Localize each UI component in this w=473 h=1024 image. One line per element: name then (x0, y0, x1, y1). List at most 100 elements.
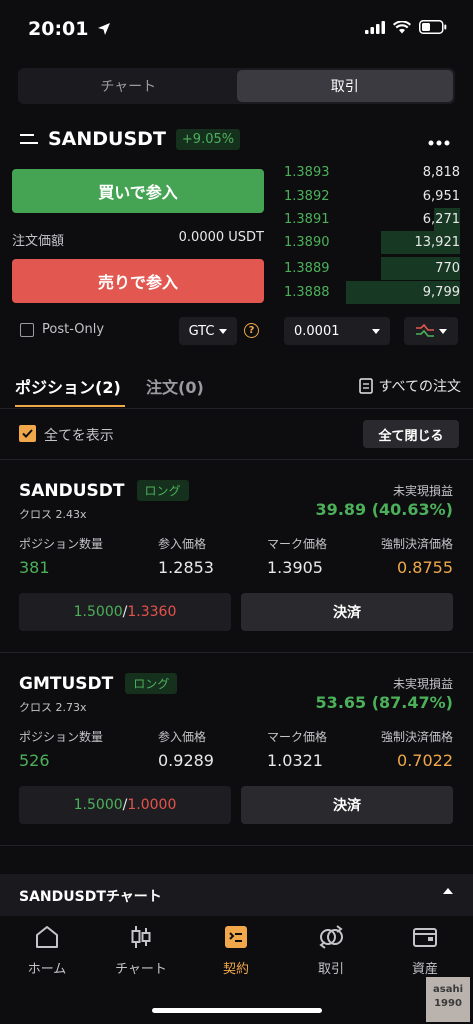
entry-value: 1.2853 (158, 558, 214, 577)
nav-chart[interactable]: チャート (101, 922, 181, 977)
nav-home[interactable]: ホーム (7, 922, 87, 977)
position-symbol[interactable]: GMTUSDT (19, 674, 113, 694)
orderbook-qty: 6,951 (422, 189, 460, 204)
nav-contract-label: 契約 (222, 962, 249, 977)
all-orders-label: すべての注文 (378, 379, 461, 395)
tab-positions[interactable]: ポジション(2) (15, 374, 121, 398)
orderbook-price: 1.3888 (284, 285, 330, 300)
entry-value: 0.9289 (158, 751, 214, 770)
liq-value: 0.8755 (397, 558, 453, 577)
orderbook-qty: 770 (435, 261, 460, 276)
orderbook-row[interactable]: 1.3892 6,951 (284, 185, 460, 208)
orderbook-row[interactable]: 1.3888 9,799 (284, 281, 460, 304)
qty-value: 526 (19, 751, 50, 770)
post-only-label[interactable]: Post-Only (42, 322, 104, 337)
caret-down-icon (219, 328, 228, 334)
show-all-checkbox[interactable] (19, 425, 36, 442)
tab-orders[interactable]: 注文(0) (146, 374, 204, 398)
take-profit-value: 1.5000 (73, 604, 123, 620)
menu-icon[interactable] (20, 132, 38, 146)
pnl-label: 未実現損益 (392, 677, 453, 691)
margin-mode[interactable]: クロス 2.73x (19, 699, 87, 715)
take-profit-value: 1.5000 (73, 797, 123, 813)
pnl-value: 39.89 (40.63%) (315, 500, 453, 519)
orderbook-qty: 9,799 (422, 285, 460, 300)
signal-icon (365, 20, 385, 34)
caret-down-icon (439, 328, 447, 334)
candlestick-icon (131, 926, 151, 948)
tp-sl-button[interactable]: 1.5000/1.3360 (19, 593, 231, 631)
sell-button[interactable]: 売りで参入 (12, 259, 264, 303)
qty-label: ポジション数量 (19, 730, 104, 744)
tab-active-indicator (15, 405, 125, 407)
close-all-button[interactable]: 全て閉じる (363, 420, 459, 448)
orderbook-row[interactable]: 1.3890 13,921 (284, 231, 460, 254)
orderbook-row[interactable]: 1.3891 6,271 (284, 208, 460, 231)
orderbook-qty: 8,818 (422, 165, 460, 180)
trade-icon (319, 925, 343, 949)
tab-trade[interactable]: 取引 (236, 70, 453, 102)
pair-header[interactable]: SANDUSDT +9.05% (20, 128, 241, 150)
position-card: SANDUSDT ロング クロス 2.43x 未実現損益 39.89 (40.6… (0, 460, 473, 652)
watermark: asahi 1990 (426, 977, 470, 1022)
divider (0, 408, 473, 409)
orderbook-price: 1.3891 (284, 212, 330, 227)
more-icon[interactable] (428, 140, 450, 146)
pair-name[interactable]: SANDUSDT (48, 128, 166, 150)
qty-label: ポジション数量 (19, 537, 104, 551)
orderbook-qty: 13,921 (414, 235, 461, 250)
settle-button[interactable]: 決済 (241, 593, 453, 631)
liq-label: 強制決済価格 (380, 730, 453, 744)
price-step-value: 0.0001 (294, 323, 340, 339)
tab-chart[interactable]: チャート (20, 70, 237, 102)
pnl-label: 未実現損益 (392, 484, 453, 498)
nav-trade-label: 取引 (317, 962, 344, 977)
all-orders-link[interactable]: すべての注文 (358, 376, 461, 396)
checkmark-icon (22, 429, 33, 438)
settle-button[interactable]: 決済 (241, 786, 453, 824)
liq-label: 強制決済価格 (380, 537, 453, 551)
wifi-icon (393, 20, 411, 33)
entry-label: 参入価格 (158, 730, 207, 744)
orderbook-row[interactable]: 1.3889 770 (284, 257, 460, 280)
nav-contract[interactable]: 契約 (196, 922, 276, 977)
side-badge: ロング (136, 480, 189, 501)
wallet-icon (413, 928, 437, 947)
show-all-label[interactable]: 全てを表示 (44, 425, 114, 445)
caret-up-icon[interactable] (443, 888, 453, 894)
chart-panel-label[interactable]: SANDUSDTチャート (19, 886, 162, 906)
price-step-select[interactable]: 0.0001 (284, 317, 390, 345)
pnl-value: 53.65 (87.47%) (315, 693, 453, 712)
nav-trade[interactable]: 取引 (291, 922, 371, 977)
pair-change-badge: +9.05% (175, 128, 241, 150)
buy-button[interactable]: 買いで参入 (12, 169, 264, 213)
home-indicator[interactable] (152, 1008, 322, 1013)
stop-loss-value: 1.3360 (127, 604, 177, 620)
margin-mode[interactable]: クロス 2.43x (19, 506, 87, 522)
caret-down-icon (372, 328, 380, 334)
status-icons (365, 20, 447, 34)
tp-sl-button[interactable]: 1.5000/1.0000 (19, 786, 231, 824)
time-in-force-select[interactable]: GTC (179, 317, 237, 345)
divider (0, 845, 473, 846)
depth-view-select[interactable] (404, 317, 458, 345)
status-time: 20:01 (28, 18, 111, 40)
mark-value: 1.3905 (267, 558, 323, 577)
mark-label: マーク価格 (267, 537, 328, 551)
side-badge: ロング (125, 673, 178, 694)
stop-loss-value: 1.0000 (127, 797, 177, 813)
post-only-checkbox[interactable] (20, 323, 34, 337)
orderbook-price: 1.3893 (284, 165, 330, 180)
nav-home-label: ホーム (27, 962, 67, 977)
order-amount-label: 注文価額 (12, 234, 65, 249)
orderbook-row[interactable]: 1.3893 8,818 (284, 161, 460, 184)
orderbook-price: 1.3890 (284, 235, 330, 250)
position-symbol[interactable]: SANDUSDT (19, 481, 125, 501)
help-icon[interactable]: ? (244, 323, 259, 338)
time-in-force-value: GTC (188, 323, 215, 339)
document-icon (358, 378, 373, 394)
nav-assets[interactable]: 資産 (385, 922, 465, 977)
mark-value: 1.0321 (267, 751, 323, 770)
view-switcher: チャート 取引 (18, 68, 455, 104)
battery-icon (419, 20, 447, 34)
